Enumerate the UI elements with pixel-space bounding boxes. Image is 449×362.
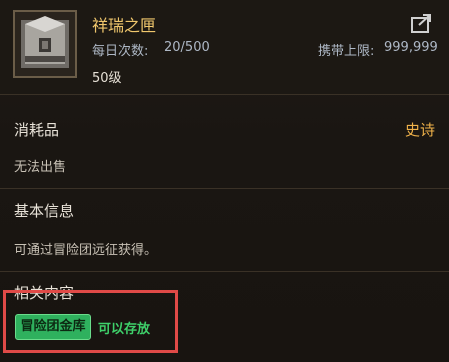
item-header: 祥瑞之匣 每日次数: 20/500 携带上限: 999,999 50级 (0, 0, 449, 95)
item-name: 祥瑞之匣 (92, 16, 157, 35)
divider (0, 271, 449, 272)
storable-status: 可以存放 (98, 322, 151, 337)
divider (0, 188, 449, 189)
sell-status: 无法出售 (14, 160, 67, 175)
carry-limit-label: 携带上限: (318, 44, 375, 59)
adventure-vault-badge[interactable]: 冒险团金库 (15, 314, 91, 340)
item-rarity: 史诗 (404, 121, 435, 139)
chest-icon (21, 16, 69, 68)
divider (0, 94, 449, 95)
item-level: 50级 (92, 71, 122, 86)
item-tooltip-panel: 祥瑞之匣 每日次数: 20/500 携带上限: 999,999 50级 消耗品 … (0, 0, 449, 362)
basic-info-title: 基本信息 (14, 202, 75, 220)
item-icon-frame (13, 10, 77, 78)
daily-count-value: 20/500 (164, 40, 210, 55)
carry-limit-value: 999,999 (384, 40, 438, 55)
share-icon[interactable] (410, 12, 434, 34)
daily-count-label: 每日次数: (92, 44, 149, 59)
item-category: 消耗品 (14, 121, 60, 139)
basic-info-text: 可通过冒险团远征获得。 (14, 243, 158, 258)
